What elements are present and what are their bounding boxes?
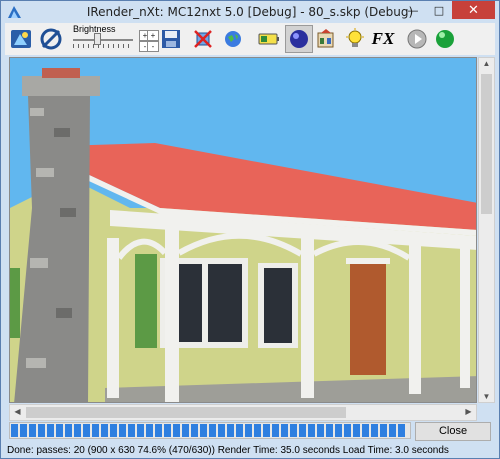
horizontal-scroll-thumb[interactable] <box>26 407 346 418</box>
toolbar: Brightness + - + - FX <box>5 23 495 55</box>
crop-icon <box>194 30 212 48</box>
vertical-scrollbar[interactable]: ▲ ▼ <box>478 57 495 403</box>
materials-button[interactable] <box>313 25 341 53</box>
globe-button[interactable] <box>219 25 247 53</box>
close-button[interactable]: Close <box>415 422 491 441</box>
scroll-right-arrow-icon[interactable]: ▶ <box>461 407 476 416</box>
globe-icon <box>225 31 241 47</box>
render-button[interactable] <box>7 25 35 53</box>
brightness-ticks <box>73 44 133 48</box>
fx-icon: FX <box>371 29 395 48</box>
rendered-house-image <box>10 58 476 402</box>
render-progress-bar <box>9 422 411 439</box>
green-ball-icon <box>436 30 454 48</box>
scroll-left-arrow-icon[interactable]: ◀ <box>10 407 25 416</box>
vertical-scroll-thumb[interactable] <box>481 74 492 214</box>
materials-icon <box>317 29 334 48</box>
lightbulb-icon <box>346 28 364 47</box>
brightness-control: Brightness + - + - <box>69 24 161 54</box>
battery-icon <box>258 33 279 45</box>
render-progress-fill <box>11 424 405 437</box>
brightness-slider-thumb[interactable] <box>94 33 101 45</box>
battery-button[interactable] <box>255 25 283 53</box>
brightness-slider-track[interactable] <box>73 39 133 41</box>
irender-window: IRender_nXt: MC12nxt 5.0 [Debug] - 80_s.… <box>0 0 500 459</box>
crop-button[interactable] <box>189 25 217 53</box>
save-button[interactable] <box>157 25 185 53</box>
minimize-button[interactable]: — <box>400 1 426 19</box>
render-icon <box>11 30 31 48</box>
play-icon <box>407 29 427 49</box>
window-close-button[interactable]: ✕ <box>452 1 495 19</box>
scroll-up-arrow-icon[interactable]: ▲ <box>479 59 494 68</box>
status-bar-text: Done: passes: 20 (900 x 630 74.6% (470/6… <box>7 445 449 456</box>
play-button[interactable] <box>403 25 431 53</box>
render-viewport[interactable] <box>9 57 477 403</box>
sphere-icon <box>290 30 308 48</box>
sphere-button[interactable] <box>285 25 313 53</box>
green-ball-button[interactable] <box>431 25 459 53</box>
save-icon <box>162 30 180 48</box>
refresh-icon <box>40 28 62 50</box>
fx-button[interactable]: FX <box>369 25 397 53</box>
lightbulb-button[interactable] <box>341 25 369 53</box>
scroll-down-arrow-icon[interactable]: ▼ <box>479 392 494 401</box>
maximize-button[interactable]: □ <box>426 1 452 19</box>
refresh-button[interactable] <box>37 25 65 53</box>
title-bar[interactable]: IRender_nXt: MC12nxt 5.0 [Debug] - 80_s.… <box>1 1 499 23</box>
horizontal-scrollbar[interactable]: ◀ ▶ <box>9 404 477 421</box>
